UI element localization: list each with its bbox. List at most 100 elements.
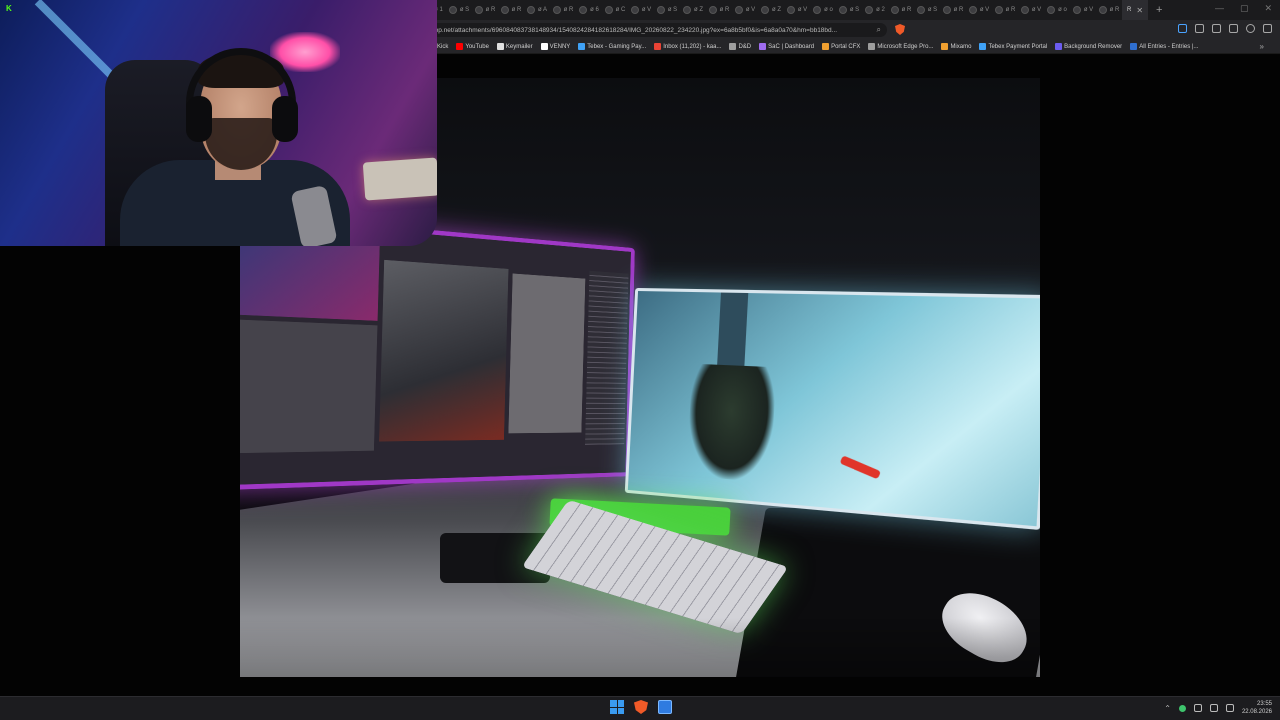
bookmark-all-entries[interactable]: All Entries - Entries |... bbox=[1130, 43, 1198, 50]
tab-favicon-icon bbox=[708, 6, 717, 14]
system-tray: ⌃ 23:55 22.08.2026 bbox=[1164, 700, 1272, 716]
bookmark-edge-pro[interactable]: Microsoft Edge Pro... bbox=[868, 43, 933, 50]
zoom-icon[interactable]: ⌕ bbox=[877, 25, 881, 35]
network-icon[interactable] bbox=[1209, 704, 1218, 712]
tab[interactable]: ø R bbox=[550, 0, 576, 20]
entries-icon bbox=[1130, 43, 1138, 50]
tab-favicon-icon bbox=[838, 6, 847, 14]
tab[interactable]: ø S bbox=[654, 0, 680, 20]
headphone-cup-left bbox=[186, 96, 212, 142]
cfx-icon bbox=[822, 43, 830, 50]
close-window-icon[interactable]: ✕ bbox=[1264, 3, 1272, 14]
monitor-photo-pane bbox=[379, 259, 509, 442]
url-field[interactable]: app.net/attachments/696084083738148934/1… bbox=[425, 23, 887, 37]
menu-icon[interactable] bbox=[1263, 24, 1272, 33]
tab[interactable]: ø V bbox=[966, 0, 992, 20]
tab[interactable]: ø R bbox=[706, 0, 732, 20]
brave-browser-icon[interactable] bbox=[634, 700, 648, 714]
youtube-icon bbox=[456, 43, 464, 50]
tab[interactable]: ø V bbox=[1070, 0, 1096, 20]
tray-overflow-icon[interactable]: ⌃ bbox=[1164, 704, 1171, 713]
tab[interactable]: ø V bbox=[628, 0, 654, 20]
microphone-icon[interactable] bbox=[1193, 704, 1202, 712]
tab[interactable]: ø V bbox=[732, 0, 758, 20]
bookmark-mixamo[interactable]: Mixamo bbox=[941, 43, 971, 50]
tab-favicon-icon bbox=[1072, 6, 1081, 14]
tab-favicon-icon bbox=[865, 6, 874, 14]
tab[interactable]: ø S bbox=[836, 0, 862, 20]
tab-favicon-icon bbox=[630, 6, 639, 14]
more-bookmarks-icon[interactable]: » bbox=[1260, 42, 1264, 51]
bookmark-sac-dashboard[interactable]: SaC | Dashboard bbox=[759, 43, 814, 50]
tab[interactable]: ø R bbox=[992, 0, 1018, 20]
tab[interactable]: ø R bbox=[1096, 0, 1122, 20]
tab[interactable]: ø S bbox=[446, 0, 472, 20]
tab[interactable]: ø o bbox=[1044, 0, 1070, 20]
tab-favicon-icon bbox=[813, 6, 822, 14]
venny-icon bbox=[540, 43, 548, 50]
tebex-icon bbox=[979, 43, 987, 50]
tab[interactable]: ø R bbox=[498, 0, 524, 20]
bookmark-inbox[interactable]: Inbox (11,202) - kaa... bbox=[654, 43, 721, 50]
keymailer-icon bbox=[496, 43, 504, 50]
tab-favicon-icon bbox=[552, 6, 561, 14]
tab-favicon-icon bbox=[994, 6, 1003, 14]
kick-badge: K bbox=[6, 4, 12, 13]
tab[interactable]: ø o bbox=[810, 0, 836, 20]
tab-favicon-icon bbox=[1047, 6, 1056, 14]
bookmark-portal-cfx[interactable]: Portal CFX bbox=[822, 43, 860, 50]
tab-favicon-icon bbox=[1020, 6, 1029, 14]
tab-favicon-icon bbox=[942, 6, 951, 14]
photo-left-monitor bbox=[240, 206, 635, 493]
minimize-icon[interactable]: — bbox=[1215, 3, 1224, 14]
bookmark-tebex-payment[interactable]: Tebex Payment Portal bbox=[979, 43, 1047, 50]
windows-start-icon[interactable] bbox=[610, 700, 624, 714]
tab[interactable]: ø Z bbox=[680, 0, 706, 20]
tab[interactable]: ø Z bbox=[758, 0, 784, 20]
tab-active[interactable]: R ✕ bbox=[1122, 0, 1148, 20]
bookmark-tebex-gaming[interactable]: Tebex - Gaming Pay... bbox=[578, 43, 646, 50]
background-remover-icon bbox=[1055, 43, 1063, 50]
tab-favicon-icon bbox=[916, 6, 925, 14]
tab-favicon-icon bbox=[734, 6, 743, 14]
wallet-icon[interactable] bbox=[1246, 24, 1255, 33]
volume-icon[interactable] bbox=[1225, 704, 1234, 712]
tab-favicon-icon bbox=[579, 6, 588, 14]
bookmark-venny[interactable]: VENNY bbox=[540, 43, 570, 50]
folder-icon bbox=[729, 43, 737, 50]
tab-favicon-icon bbox=[448, 6, 457, 14]
tab[interactable]: ø C bbox=[602, 0, 628, 20]
tab[interactable]: ø R bbox=[940, 0, 966, 20]
translate-icon[interactable] bbox=[1178, 24, 1187, 33]
gmail-icon bbox=[654, 43, 662, 50]
tebex-icon bbox=[578, 43, 586, 50]
monitor-gray-pane bbox=[240, 317, 378, 455]
headphone-cup-right bbox=[272, 96, 298, 142]
monitor-side-pane bbox=[508, 273, 586, 434]
tab[interactable]: ø 2 bbox=[862, 0, 888, 20]
tab[interactable]: ø R bbox=[888, 0, 914, 20]
bookmark-dnd[interactable]: D&D bbox=[729, 43, 751, 50]
game-character bbox=[686, 363, 777, 483]
tab[interactable]: ø A bbox=[524, 0, 550, 20]
sidebar-icon[interactable] bbox=[1229, 24, 1238, 33]
bookmark-youtube[interactable]: YouTube bbox=[456, 43, 489, 50]
tab[interactable]: ø V bbox=[784, 0, 810, 20]
tab-favicon-icon bbox=[604, 6, 613, 14]
taskbar: ⌃ 23:55 22.08.2026 bbox=[0, 696, 1280, 720]
bookmark-keymailer[interactable]: Keymailer bbox=[496, 43, 533, 50]
tab-close-icon[interactable]: ✕ bbox=[1136, 6, 1143, 15]
bookmark-background-remover[interactable]: Background Remover bbox=[1055, 43, 1122, 50]
download-icon[interactable] bbox=[1212, 24, 1221, 33]
tab[interactable]: ø 6 bbox=[576, 0, 602, 20]
extensions-icon[interactable] bbox=[1195, 24, 1204, 33]
snipping-tool-icon[interactable] bbox=[658, 700, 672, 714]
tab-favicon-icon bbox=[656, 6, 665, 14]
tray-app-icon[interactable] bbox=[1178, 704, 1186, 712]
tab[interactable]: ø R bbox=[472, 0, 498, 20]
tab[interactable]: ø S bbox=[914, 0, 940, 20]
new-tab-button[interactable]: + bbox=[1156, 4, 1162, 16]
clock[interactable]: 23:55 22.08.2026 bbox=[1242, 700, 1272, 716]
maximize-icon[interactable]: ▢ bbox=[1240, 3, 1249, 14]
tab[interactable]: ø V bbox=[1018, 0, 1044, 20]
